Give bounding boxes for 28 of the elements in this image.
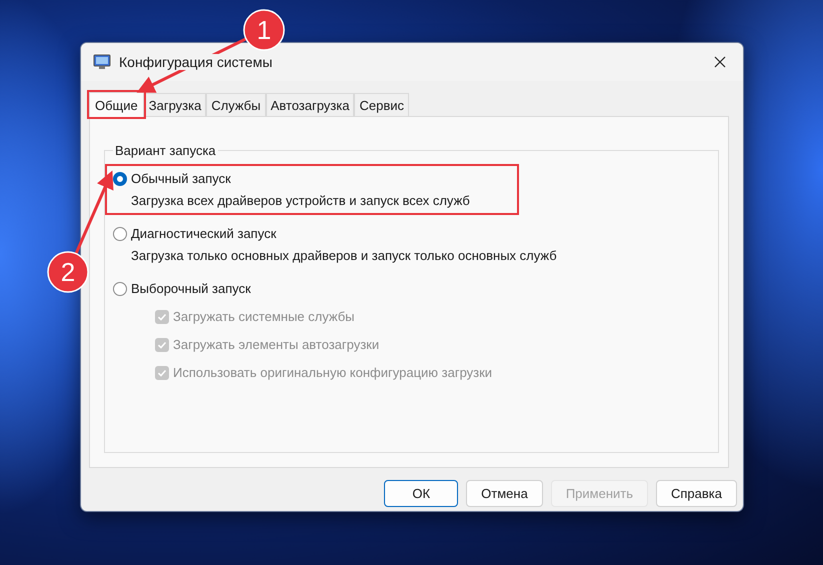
checkbox-label: Использовать оригинальную конфигурацию загрузки [173, 365, 492, 380]
checkbox-label: Загружать системные службы [173, 309, 354, 324]
dialog-button[interactable]: Отмена [466, 480, 543, 507]
close-icon [714, 56, 726, 68]
checkmark-icon [157, 368, 167, 378]
tab[interactable]: Общие [89, 92, 144, 117]
callout-badge: 1 [243, 9, 285, 51]
checkmark-icon [157, 340, 167, 350]
dialog-button[interactable]: ОК [384, 480, 458, 507]
checkbox-label: Загружать элементы автозагрузки [173, 337, 380, 352]
tab[interactable]: Службы [206, 93, 266, 116]
option-label: Обычный запуск [131, 171, 231, 186]
checkmark-icon [157, 312, 167, 322]
tab[interactable]: Автозагрузка [266, 93, 354, 116]
radio-button[interactable] [113, 172, 127, 186]
group-label: Вариант запуска [114, 143, 217, 158]
option-label: Выборочный запуск [131, 281, 251, 296]
radio-button[interactable] [113, 282, 127, 296]
tab[interactable]: Сервис [354, 93, 409, 116]
option-description: Загрузка всех драйверов устройств и запуск всех служб [131, 193, 471, 208]
callout-badge: 2 [47, 251, 89, 293]
window-title: Конфигурация системы [119, 54, 272, 70]
option-label: Диагностический запуск [131, 226, 276, 241]
tab[interactable]: Загрузка [144, 93, 206, 116]
dialog-button[interactable]: Справка [656, 480, 737, 507]
computer-icon [93, 54, 111, 70]
radio-button[interactable] [113, 226, 127, 240]
option-description: Загрузка только основных драйверов и запуск только основных служб [131, 248, 557, 263]
